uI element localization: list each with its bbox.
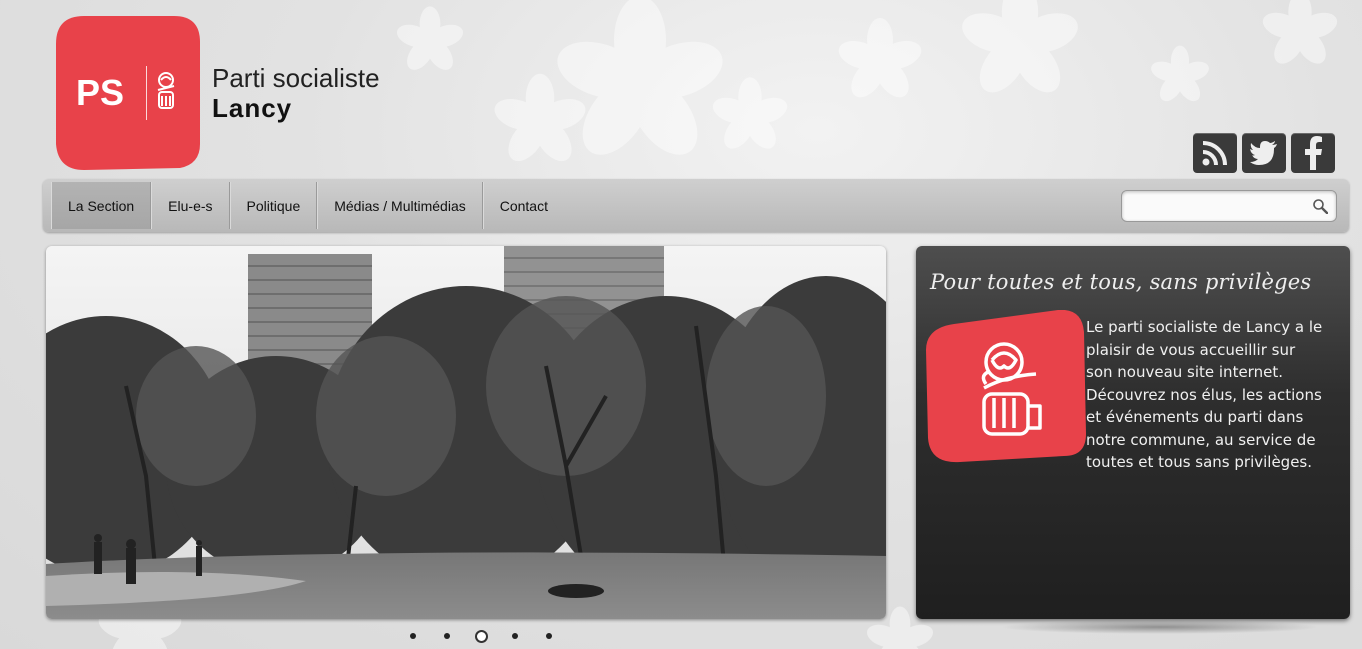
search-input[interactable] xyxy=(1122,191,1302,221)
nav-item-medias[interactable]: Médias / Multimédias xyxy=(317,182,483,229)
slider-dot-5[interactable] xyxy=(532,626,566,646)
logo-text: PS xyxy=(76,72,125,113)
nav-item-politique[interactable]: Politique xyxy=(229,182,318,229)
rss-icon[interactable] xyxy=(1193,133,1237,173)
panel-shadow xyxy=(1000,620,1320,634)
nav-item-contact[interactable]: Contact xyxy=(482,182,564,229)
slider-image-park[interactable] xyxy=(46,246,886,619)
nav-items: La Section Elu-e-s Politique Médias / Mu… xyxy=(51,182,564,229)
welcome-text: Le parti socialiste de Lancy a le plaisi… xyxy=(1086,318,1323,471)
twitter-icon[interactable] xyxy=(1242,133,1286,173)
logo-divider xyxy=(146,66,147,120)
welcome-panel: Pour toutes et tous, sans privilèges Le … xyxy=(916,246,1350,619)
site-name: Parti socialiste xyxy=(212,63,380,93)
search-icon[interactable] xyxy=(1312,198,1328,214)
rose-fist-icon xyxy=(157,72,175,109)
nav-item-elus[interactable]: Elu-e-s xyxy=(151,182,230,229)
social-links xyxy=(1193,133,1335,173)
slider-dot-1[interactable] xyxy=(396,626,430,646)
main-navigation: La Section Elu-e-s Politique Médias / Mu… xyxy=(43,179,1349,232)
facebook-icon[interactable] xyxy=(1291,133,1335,173)
slider-dot-3[interactable] xyxy=(464,626,498,646)
rose-logo-badge xyxy=(926,310,1086,463)
slider-pagination xyxy=(396,626,566,646)
panel-title: Pour toutes et tous, sans privilèges xyxy=(930,270,1312,294)
search-box xyxy=(1121,190,1337,222)
nav-item-la-section[interactable]: La Section xyxy=(51,182,152,229)
site-subtitle: Lancy xyxy=(212,93,293,123)
slider-dot-2[interactable] xyxy=(430,626,464,646)
slider-dot-4[interactable] xyxy=(498,626,532,646)
